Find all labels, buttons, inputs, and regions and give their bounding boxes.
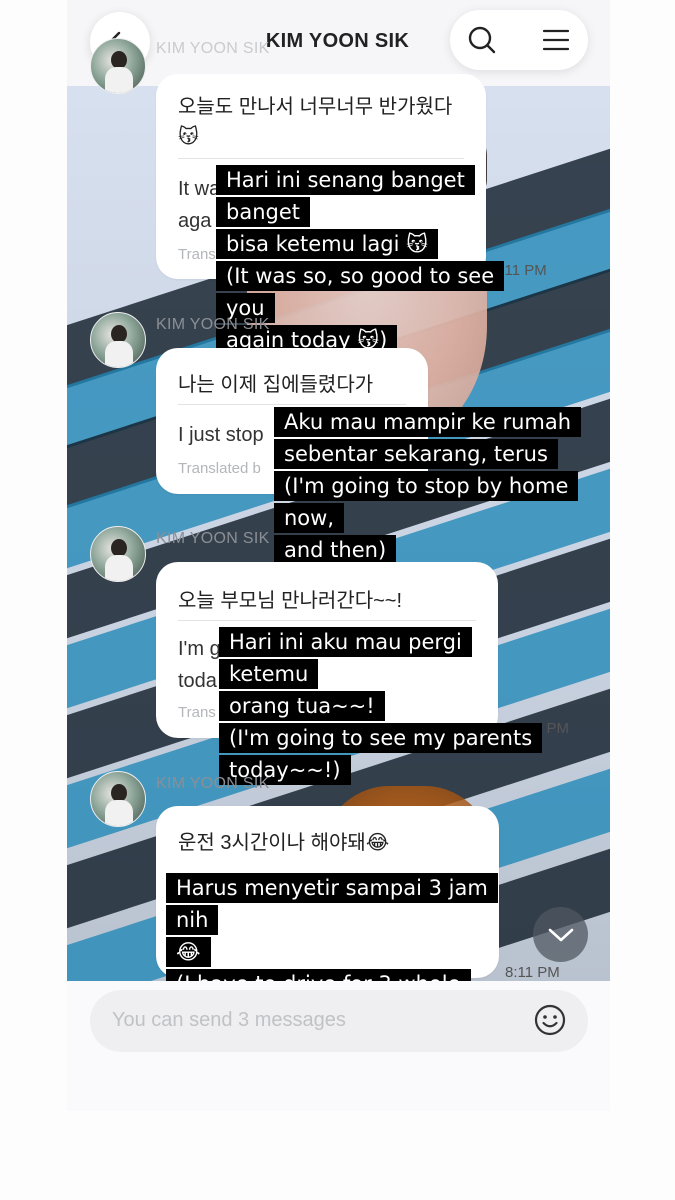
- search-button[interactable]: [460, 18, 504, 62]
- message-input[interactable]: You can send 3 messages: [90, 990, 588, 1052]
- translation-line: It wa: [178, 178, 221, 200]
- chevron-down-icon: [548, 928, 573, 941]
- sender-name: KIM YOON SIK: [156, 775, 270, 792]
- emoji-button[interactable]: [530, 1000, 570, 1040]
- translation-line: I'm g: [178, 638, 221, 660]
- sender-name: KIM YOON SIK: [156, 40, 270, 57]
- menu-button[interactable]: [534, 18, 578, 62]
- translated-by-label: Trans: [178, 704, 216, 721]
- caption-overlay: Hari ini aku mau pergi ketemu orang tua~…: [219, 626, 544, 786]
- message-original-text: 오늘 부모님 만나러간다~~!: [178, 590, 403, 612]
- sender-name: KIM YOON SIK: [156, 316, 270, 333]
- translation-line: aga: [178, 210, 212, 232]
- translated-by-label: Translated b: [178, 460, 261, 477]
- avatar[interactable]: [90, 38, 146, 94]
- sender-name: KIM YOON SIK: [156, 530, 270, 547]
- caption-overlay: Aku mau mampir ke rumah sebentar sekaran…: [274, 406, 584, 566]
- avatar[interactable]: [90, 526, 146, 582]
- message-input-placeholder: You can send 3 messages: [112, 1009, 346, 1031]
- message-original-text: 나는 이제 집에들렸다가: [178, 374, 374, 396]
- smiley-icon: [534, 1004, 566, 1036]
- search-icon: [468, 26, 496, 54]
- message-original-text: 오늘도 만나서 너무너무 반가웠다 😽: [178, 96, 453, 148]
- menu-icon: [542, 29, 570, 51]
- translated-by-label: Transl: [178, 246, 220, 263]
- message-time: 8:11 PM: [505, 964, 560, 981]
- message-original-text: 운전 3시간이나 해야돼😂: [178, 832, 390, 854]
- avatar[interactable]: [90, 771, 146, 827]
- scroll-down-button[interactable]: [533, 907, 588, 962]
- avatar[interactable]: [90, 312, 146, 368]
- translation-line: toda: [178, 670, 217, 692]
- translation-line: I just stop: [178, 424, 264, 446]
